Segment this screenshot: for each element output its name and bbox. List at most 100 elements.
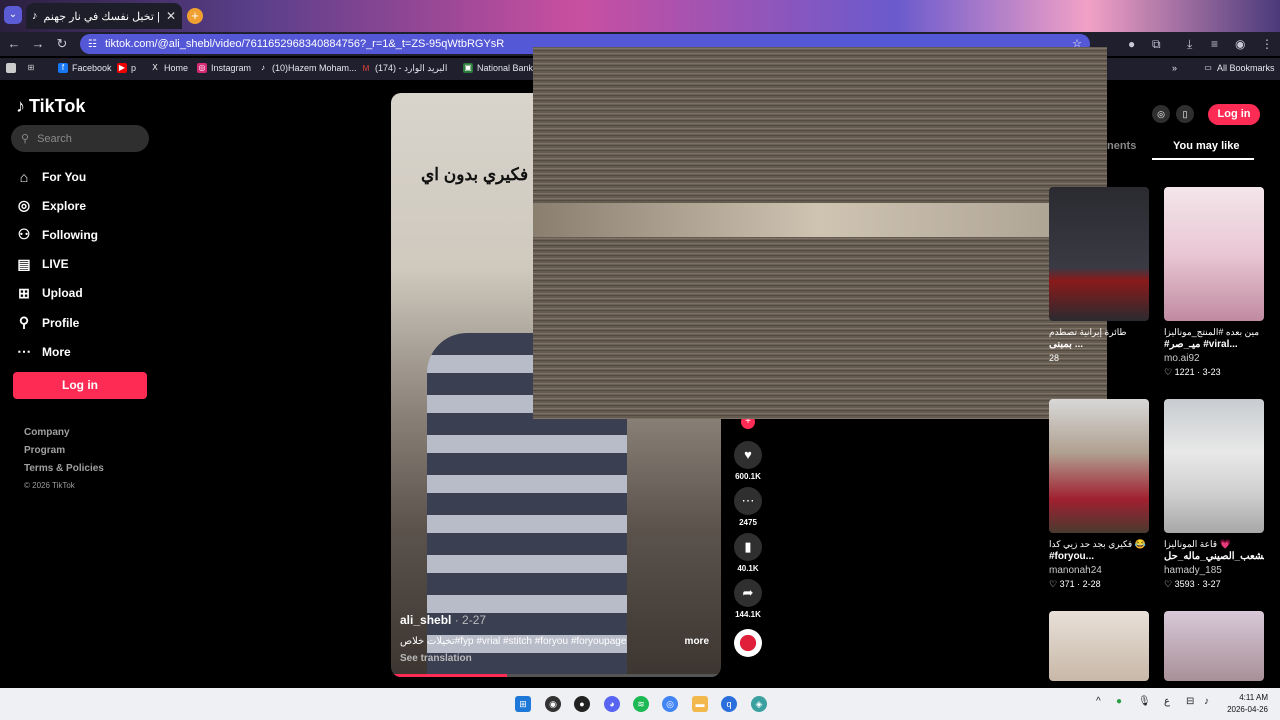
recommended-card[interactable]	[1049, 611, 1149, 681]
recommended-card[interactable]: مين بعده #المنتج_موناليزا #ميـ_صر #viral…	[1164, 187, 1264, 378]
video-progress-bar[interactable]	[391, 674, 721, 677]
sidebar-login-button[interactable]: Log in	[13, 372, 147, 399]
music-disc-icon[interactable]	[734, 629, 762, 657]
card-thumbnail	[1164, 399, 1264, 533]
tab-comments[interactable]: nents	[1107, 140, 1136, 152]
system-clock[interactable]: 4:11 AM 2026-04-26	[1227, 692, 1268, 716]
like-action[interactable]: ♥ 600.1K	[733, 441, 763, 481]
tiktok-logo[interactable]: ♪ TikTok	[16, 96, 85, 117]
folder-icon: ▭	[1204, 63, 1212, 72]
qbittorrent-icon[interactable]: q	[721, 696, 737, 712]
kebab-menu-icon[interactable]: ⋮	[1261, 37, 1273, 51]
video-actions: + ♥ 600.1K ⋯ 2475 ▮ 40.1K ➦ 144.1K	[733, 415, 763, 657]
video-author[interactable]: ali_shebl · 2-27	[400, 613, 486, 627]
more-link[interactable]: more	[685, 636, 709, 647]
bookmark-gmail[interactable]: M (174) - البريد الوارد	[361, 63, 448, 74]
extension-icon[interactable]: ●	[1128, 37, 1135, 51]
sidebar-item-for-you[interactable]: ⌂ For You	[16, 162, 98, 191]
back-icon[interactable]: ←	[6, 36, 22, 51]
sidebar-item-live[interactable]: ▤ LIVE	[16, 250, 98, 279]
browser-tab-active[interactable]: ♪ تخيل نفسك في نار جهنم | TikTok ✕	[26, 3, 182, 29]
x-icon: X	[152, 63, 158, 72]
sidebar-item-following[interactable]: ⚇ Following	[16, 220, 98, 249]
card-stats: ♡ 3593 · 3-27	[1164, 579, 1221, 589]
card-subtitle: #foryou...	[1049, 551, 1095, 562]
app-icon[interactable]: ●	[574, 696, 590, 712]
tiktok-favicon-icon: ♪	[32, 10, 38, 22]
discord-icon[interactable]: ◕	[604, 696, 620, 712]
card-author[interactable]: mo.ai92	[1164, 353, 1264, 367]
card-author[interactable]: hamady_185	[1164, 565, 1264, 579]
volume-icon[interactable]: ♪	[1204, 696, 1209, 707]
windows-start-icon[interactable]: ⊞	[515, 696, 531, 712]
home-icon: ⌂	[19, 168, 29, 185]
compass-icon: ◎	[17, 197, 31, 214]
video-progress-fill	[391, 674, 507, 677]
reading-list-icon[interactable]: ≡	[1211, 37, 1218, 51]
recommended-card[interactable]: قاعة الموناليزا 💗 الشعب_الصيني_ماله_حل..…	[1164, 399, 1264, 590]
bookmark-icon: ▮	[734, 533, 762, 561]
tab-search-icon[interactable]: ⌄	[4, 6, 22, 24]
bookmark-p[interactable]: ▶ p	[117, 63, 136, 73]
bookmark-instagram[interactable]: ◎ Instagram	[197, 63, 251, 73]
sidebar-item-explore[interactable]: ◎ Explore	[16, 191, 98, 220]
heart-outline-icon: ♡	[1164, 579, 1175, 589]
network-icon[interactable]: ⊟	[1186, 696, 1194, 707]
recommended-card[interactable]: طائرة إيرانية تصطدم بمبنى ... 28	[1049, 187, 1149, 363]
download-icon[interactable]: ⤓	[1187, 37, 1192, 52]
see-translation-link[interactable]: See translation	[400, 653, 472, 664]
glitch-band	[533, 203, 1107, 237]
tab-you-may-like[interactable]: You may like	[1173, 140, 1239, 152]
clock-time: 4:11 AM	[1239, 693, 1268, 702]
apps-icon[interactable]: ⊞	[26, 63, 36, 73]
app-icon[interactable]: ◈	[751, 696, 767, 712]
bookmark-home[interactable]: X Home	[150, 63, 188, 73]
spotify-icon[interactable]: ≋	[633, 696, 649, 712]
reload-icon[interactable]: ↻	[54, 36, 70, 52]
phone-icon[interactable]: ▯	[1176, 105, 1194, 123]
header-login-button[interactable]: Log in	[1208, 104, 1260, 125]
microphone-icon[interactable]: 🎙	[1138, 696, 1151, 707]
search-input[interactable]: ⚲ Search	[11, 125, 149, 152]
input-language[interactable]: ع	[1164, 696, 1170, 707]
more-icon: ⋯	[17, 343, 31, 360]
sidebar-item-upload[interactable]: ⊞ Upload	[16, 279, 98, 308]
share-icon: ➦	[734, 579, 762, 607]
video-overlay-text: فكيري بدون اي	[421, 165, 529, 184]
save-action[interactable]: ▮ 40.1K	[733, 533, 763, 573]
comment-action[interactable]: ⋯ 2475	[733, 487, 763, 527]
bookmark-hazem[interactable]: ♪ (10)Hazem Moham...	[258, 63, 357, 73]
tray-overflow-icon[interactable]: ^	[1096, 696, 1101, 707]
share-action[interactable]: ➦ 144.1K	[733, 579, 763, 619]
share-count: 144.1K	[735, 610, 761, 619]
gmail-icon: M	[362, 63, 370, 73]
recommended-card[interactable]	[1164, 611, 1264, 681]
footer-link-program[interactable]: Program	[24, 445, 104, 463]
app-icon[interactable]: ◉	[545, 696, 561, 712]
bookmark-tab-icon[interactable]	[6, 63, 16, 73]
file-explorer-icon[interactable]: ▬	[692, 696, 708, 712]
bookmark-facebook[interactable]: f Facebook	[58, 63, 112, 73]
recommended-card[interactable]: فكيري بجد حد زيي كدا 😂 #foryou... manona…	[1049, 399, 1149, 590]
site-info-icon[interactable]: ☷	[88, 39, 97, 50]
tray-status-icon[interactable]: ●	[1116, 696, 1122, 707]
tab-title: تخيل نفسك في نار جهنم | TikTok	[43, 10, 160, 23]
new-tab-button[interactable]: +	[187, 8, 203, 24]
sidebar-item-profile[interactable]: ⚲ Profile	[16, 308, 98, 337]
footer-link-terms[interactable]: Terms & Policies	[24, 463, 104, 481]
sidebar-item-more[interactable]: ⋯ More	[16, 337, 98, 366]
compass-small-icon[interactable]: ◎	[1152, 105, 1170, 123]
card-author[interactable]: manonah24	[1049, 565, 1149, 579]
all-bookmarks[interactable]: ▭ All Bookmarks	[1203, 63, 1274, 73]
like-count: 600.1K	[735, 472, 761, 481]
profile-avatar-icon[interactable]: ◉	[1235, 37, 1245, 51]
card-stats: ♡ 371 · 2-28	[1049, 579, 1101, 589]
close-tab-icon[interactable]: ✕	[166, 9, 176, 23]
chrome-icon[interactable]: ◎	[662, 696, 678, 712]
puzzle-icon[interactable]: ⧉	[1152, 37, 1161, 52]
footer-link-company[interactable]: Company	[24, 427, 104, 445]
bookmark-nbe[interactable]: ▣ National Bank O	[463, 63, 543, 73]
bookmarks-overflow-icon[interactable]: »	[1172, 63, 1177, 73]
forward-icon[interactable]: →	[30, 36, 46, 51]
save-count: 40.1K	[737, 564, 759, 573]
